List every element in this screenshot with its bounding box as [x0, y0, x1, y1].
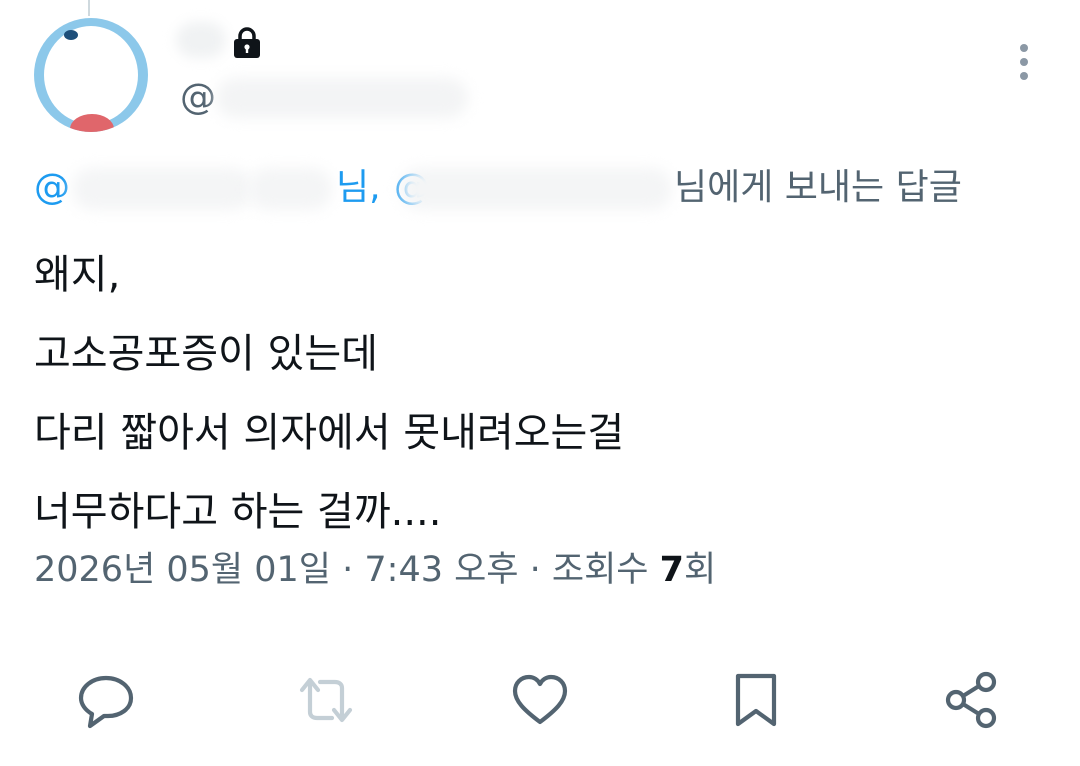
reply-mention-2-redacted — [400, 168, 672, 210]
handle-at: @ — [180, 77, 216, 118]
tweet-meta: 2026년 05월 01일 · 7:43 오후 · 조회수 7회 — [34, 546, 716, 594]
views-unit: 회 — [684, 550, 717, 590]
tweet-line: 다리 짧아서 의자에서 못내려오는걸 — [34, 410, 625, 456]
retweet-icon — [299, 677, 353, 723]
thread-connector-line — [88, 0, 90, 16]
reply-button[interactable] — [76, 670, 136, 730]
reply-suffix-2: 님에게 보내는 답글 — [674, 167, 962, 208]
meta-separator: · — [518, 550, 552, 590]
views-label: 조회수 — [551, 550, 660, 590]
reply-context: @ 님, @ 님에게 보내는 답글 — [34, 164, 1034, 214]
avatar-face — [44, 26, 138, 124]
meta-separator: · — [331, 550, 365, 590]
more-options-icon[interactable] — [1014, 42, 1034, 86]
share-button[interactable] — [942, 670, 1002, 730]
tweet-line: 왜지, — [34, 252, 121, 298]
tweet-line: 고소공포증이 있는데 — [34, 331, 378, 377]
user-handle[interactable]: @ — [180, 76, 216, 120]
avatar-hair — [64, 30, 78, 40]
retweet-button[interactable] — [296, 670, 356, 730]
views-count: 7 — [659, 550, 684, 590]
tweet-time[interactable]: 7:43 오후 — [364, 550, 518, 590]
like-icon — [512, 674, 568, 725]
display-name-redacted[interactable] — [176, 22, 226, 58]
reply-mention-1-redacted — [72, 168, 252, 210]
tweet-text: 왜지, 고소공포증이 있는데 다리 짧아서 의자에서 못내려오는걸 너무하다고 … — [34, 236, 1034, 552]
share-icon — [945, 671, 997, 729]
handle-redacted — [216, 78, 468, 118]
lock-icon — [234, 27, 260, 58]
reply-mention-1-prefix[interactable]: @ — [34, 164, 70, 212]
tweet-date[interactable]: 2026년 05월 01일 — [34, 550, 331, 590]
reply-icon — [78, 675, 134, 729]
avatar[interactable] — [34, 18, 148, 132]
like-button[interactable] — [510, 670, 570, 730]
bookmark-button[interactable] — [726, 670, 786, 730]
reply-mention-1-redacted-tail — [248, 168, 332, 210]
bookmark-icon — [735, 673, 777, 727]
reply-suffix-1: 님, — [336, 167, 381, 208]
tweet-line: 너무하다고 하는 걸까.... — [34, 489, 442, 535]
